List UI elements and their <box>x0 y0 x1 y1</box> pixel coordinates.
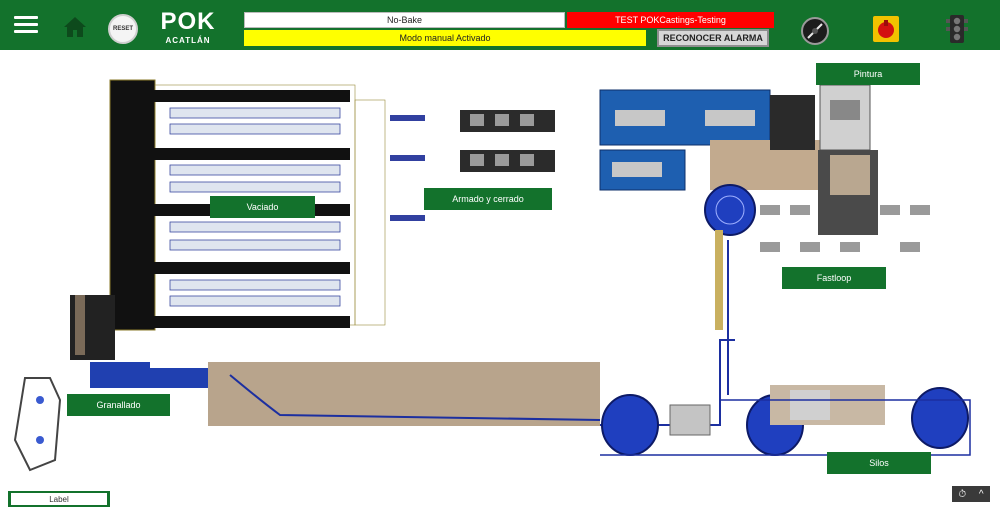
menu-icon[interactable] <box>14 14 38 34</box>
station-status-field: TEST POKCastings-Testing <box>567 12 774 28</box>
process-type-field: No-Bake <box>244 12 565 28</box>
logo-location: ACATLÁN <box>165 35 211 45</box>
logo-brand: POK <box>160 7 216 35</box>
vaciado-rack-area <box>70 79 386 360</box>
reset-button[interactable]: RESET <box>108 14 138 44</box>
footer-label-box: Label <box>8 491 110 507</box>
granallado-area <box>13 362 601 472</box>
emergency-stop-icon[interactable] <box>872 14 900 44</box>
chevron-up-icon[interactable]: ^ <box>979 489 984 500</box>
app-root: RESET POK ACATLÁN No-Bake TEST POKCastin… <box>0 0 1000 516</box>
home-icon[interactable] <box>62 15 88 39</box>
traffic-light-icon[interactable] <box>946 14 968 44</box>
acknowledge-alarm-button[interactable]: RECONOCER ALARMA <box>657 29 769 47</box>
zone-label-armado[interactable]: Armado y cerrado <box>424 188 552 210</box>
corner-controls[interactable]: ⏱ ^ <box>952 486 990 502</box>
top-bar: RESET POK ACATLÁN No-Bake TEST POKCastin… <box>0 0 1000 50</box>
timer-icon[interactable]: ⏱ <box>958 489 966 500</box>
mode-status-field: Modo manual Activado <box>244 30 646 46</box>
footer-label-text: Label <box>11 493 107 505</box>
zone-label-silos[interactable]: Silos <box>827 452 931 474</box>
company-logo: POK ACATLÁN <box>158 8 218 46</box>
zone-label-pintura[interactable]: Pintura <box>816 63 920 85</box>
zone-label-fastloop[interactable]: Fastloop <box>782 267 886 289</box>
gauge-icon[interactable] <box>800 16 830 46</box>
zone-label-granallado[interactable]: Granallado <box>67 394 170 416</box>
reset-label: RESET <box>112 26 133 32</box>
zone-label-vaciado[interactable]: Vaciado <box>210 196 315 218</box>
